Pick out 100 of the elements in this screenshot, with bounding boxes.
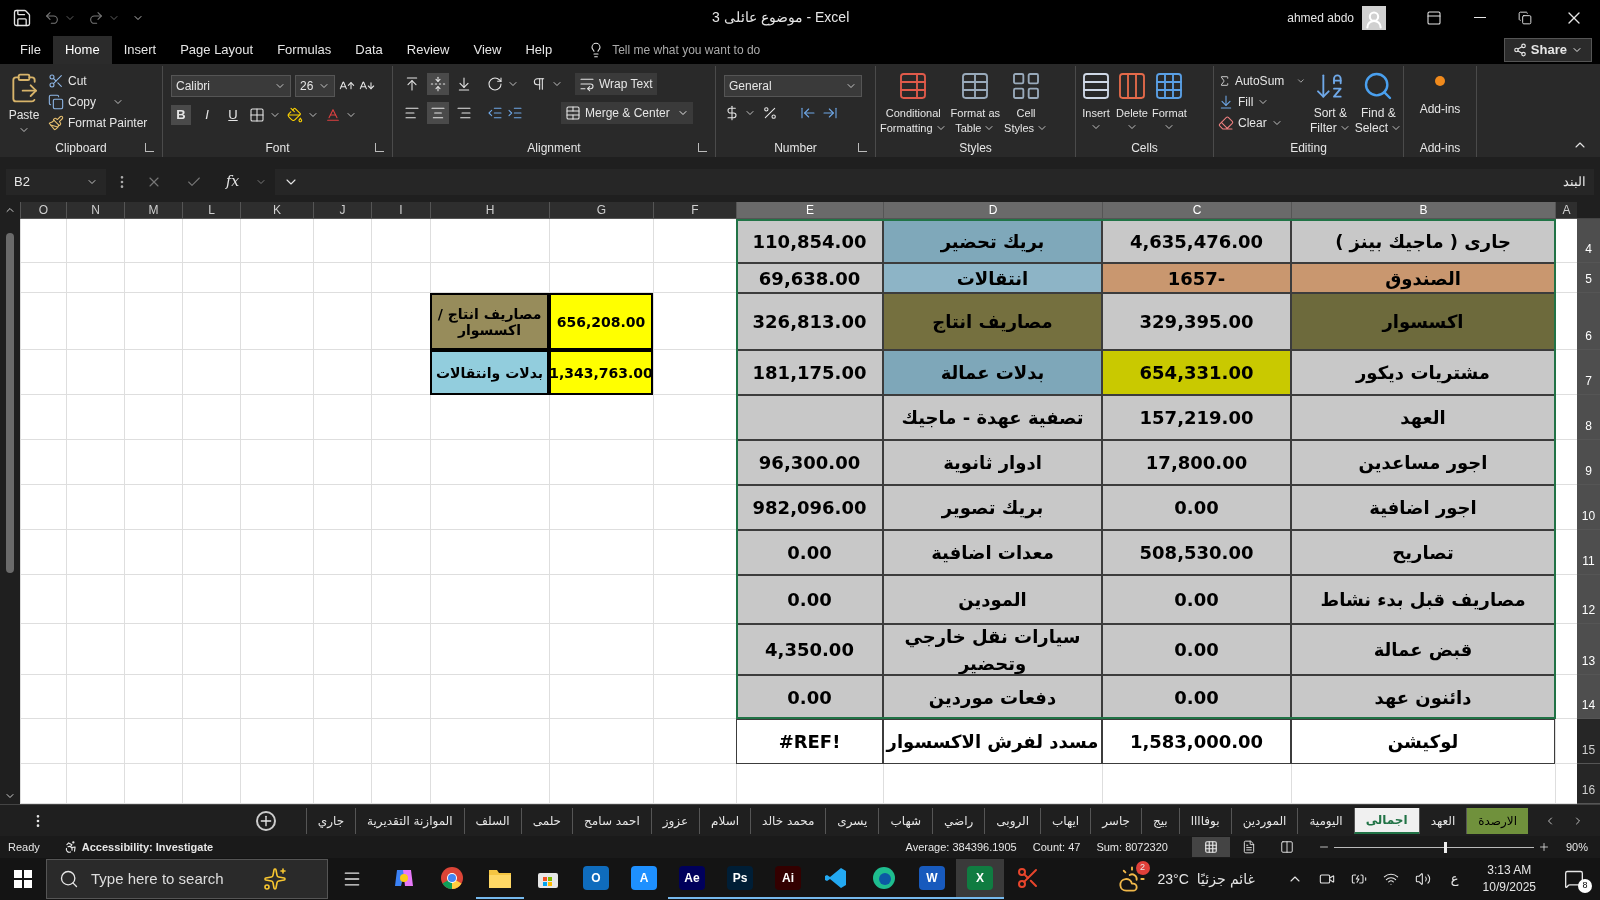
dialog-launcher-icon[interactable] (858, 143, 867, 153)
find-select-button[interactable]: Find & Select (1354, 69, 1403, 136)
font-size-field[interactable]: 26 (295, 74, 335, 97)
sheet-tab[interactable]: جاسر (1090, 807, 1141, 834)
column-header[interactable]: F (653, 202, 736, 220)
horizontal-align-button[interactable] (427, 101, 449, 124)
number-format-field[interactable]: General (724, 74, 862, 97)
sheet-tab[interactable]: يسرى (825, 807, 879, 834)
merge-center-button[interactable]: Merge & Center (561, 101, 693, 124)
column-header[interactable]: D (883, 202, 1102, 220)
sheet-tab[interactable]: ايهاب (1040, 807, 1091, 834)
normal-view-button[interactable] (1191, 837, 1230, 858)
fill-color-button[interactable] (287, 106, 319, 123)
undo-button[interactable] (44, 9, 76, 26)
font-style-button[interactable]: I (197, 104, 217, 125)
vertical-scrollbar[interactable] (0, 202, 20, 805)
styles-button[interactable]: Cell Styles (1004, 69, 1049, 136)
sheet-tab[interactable]: بيج (1140, 807, 1179, 834)
accessibility-button[interactable]: Accessibility: Investigate (63, 838, 214, 856)
sheet-tab[interactable]: اجمالى (1353, 807, 1419, 834)
sheet-tab[interactable]: الموردين (1230, 807, 1298, 834)
font-style-button[interactable]: U (223, 104, 243, 125)
paste-button[interactable]: Paste (4, 69, 44, 136)
sheet-tab[interactable]: الروبى (984, 807, 1041, 834)
percent-button[interactable] (762, 104, 778, 121)
sheet-tab[interactable]: احمد سامح (572, 807, 651, 834)
menu-tab[interactable]: Home (52, 35, 112, 64)
column-header[interactable]: O (20, 202, 66, 220)
menu-tab[interactable]: Review (394, 35, 462, 64)
zoom-thumb[interactable] (1443, 841, 1447, 853)
vertical-align-button[interactable] (427, 72, 449, 95)
row-header[interactable]: 8 (1577, 395, 1600, 441)
restore-button[interactable] (1518, 10, 1532, 25)
styles-button[interactable]: Format as Table (950, 69, 1001, 136)
sheet-tab[interactable]: اليومية (1297, 807, 1354, 834)
column-header[interactable]: B (1291, 202, 1555, 220)
menu-tab[interactable]: Page Layout (168, 35, 266, 64)
row-header[interactable]: 14 (1577, 675, 1600, 720)
font-style-button[interactable]: B (171, 104, 191, 125)
menu-tab[interactable]: File (8, 35, 53, 64)
row-header[interactable]: 6 (1577, 293, 1600, 351)
taskbar-app[interactable]: O (572, 859, 620, 899)
sheet-tab[interactable]: الارصدة (1466, 807, 1528, 834)
save-button[interactable] (12, 7, 32, 28)
cut-button[interactable]: Cut (48, 71, 148, 90)
row-header[interactable]: 9 (1577, 440, 1600, 486)
taskbar-app[interactable]: X (956, 859, 1004, 899)
taskbar-app[interactable]: Ai (764, 859, 812, 899)
column-header[interactable]: N (66, 202, 124, 220)
share-button[interactable]: Share (1503, 37, 1592, 62)
wrap-text-button[interactable]: Wrap Text (575, 72, 657, 95)
new-sheet-button[interactable] (255, 810, 276, 831)
sheet-tab[interactable]: السلف (463, 807, 521, 834)
taskbar-app[interactable]: Ps (716, 859, 764, 899)
sheet-tab[interactable]: شهاب (878, 807, 932, 834)
column-header[interactable]: E (736, 202, 883, 220)
tell-me-field[interactable]: Tell me what you want to do (612, 40, 833, 59)
fill-button[interactable]: Fill (1218, 92, 1306, 111)
column-header[interactable]: K (240, 202, 313, 220)
column-header[interactable]: M (124, 202, 182, 220)
menu-tab[interactable]: Insert (111, 35, 169, 64)
row-header[interactable]: 16 (1577, 764, 1600, 805)
menu-tab[interactable]: Help (513, 35, 565, 64)
column-header[interactable]: A (1555, 202, 1577, 220)
clear-button[interactable]: Clear (1218, 113, 1306, 132)
insert-function-button[interactable]: fx (226, 171, 240, 193)
row-header[interactable]: 11 (1577, 530, 1600, 576)
scrollbar-thumb[interactable] (6, 233, 14, 574)
sheet-tab[interactable]: راضي (931, 807, 985, 834)
font-name-field[interactable]: Calibri (171, 74, 291, 97)
autosum-button[interactable]: AutoSum (1218, 71, 1306, 90)
row-header[interactable]: 10 (1577, 485, 1600, 531)
row-header[interactable]: 12 (1577, 575, 1600, 625)
sheet-tab[interactable]: الموازنة التقديرية (355, 807, 464, 834)
format-painter-button[interactable]: Format Painter (48, 113, 148, 132)
row-header[interactable]: 15 (1577, 719, 1600, 765)
orientation-button[interactable] (487, 75, 519, 92)
column-header[interactable]: L (182, 202, 240, 220)
styles-button[interactable]: Conditional Formatting (880, 69, 947, 136)
input-language[interactable]: ع (1450, 869, 1459, 889)
dialog-launcher-icon[interactable] (375, 143, 384, 153)
sheet-tab[interactable]: حلمى (520, 807, 573, 834)
taskbar-app[interactable]: W (908, 859, 956, 899)
row-header[interactable]: 5 (1577, 263, 1600, 294)
cells-button[interactable]: Insert (1080, 69, 1112, 133)
menu-tab[interactable]: View (461, 35, 514, 64)
cells-button[interactable]: Delete (1116, 69, 1148, 133)
ribbon-display-button[interactable] (1426, 9, 1442, 26)
sheet-tab[interactable]: محمد خالد (750, 807, 826, 834)
formula-field[interactable]: البند (275, 168, 1594, 195)
column-header[interactable]: I (371, 202, 430, 220)
notifications-icon[interactable] (1564, 869, 1584, 889)
borders-button[interactable] (249, 106, 281, 123)
sheet-tab[interactable]: جاري (305, 807, 356, 834)
dialog-launcher-icon[interactable] (145, 143, 154, 153)
column-header[interactable]: G (549, 202, 653, 220)
column-header[interactable]: H (430, 202, 549, 220)
zoom-slider[interactable] (1333, 841, 1534, 854)
add-ins-button[interactable]: Add-ins (1408, 69, 1472, 118)
sheet-tab[interactable]: اسلام (699, 807, 751, 834)
